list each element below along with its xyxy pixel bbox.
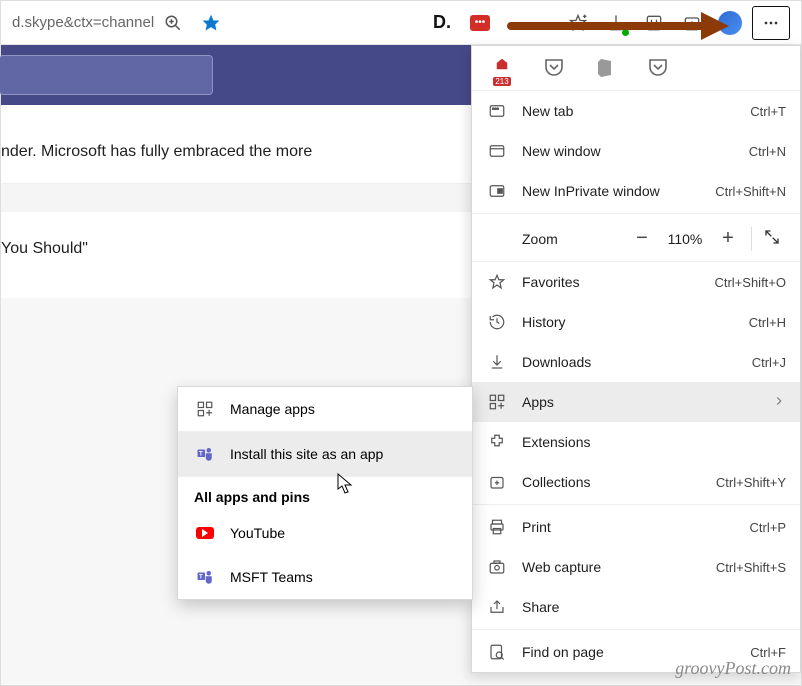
favorites-icon	[486, 273, 508, 291]
teams-app-icon: T	[194, 445, 216, 463]
apps-icon	[486, 393, 508, 411]
menu-new-window[interactable]: New window Ctrl+N	[472, 131, 800, 171]
pocket-icon[interactable]	[542, 56, 566, 80]
history-icon	[486, 313, 508, 331]
menu-collections[interactable]: Collections Ctrl+Shift+Y	[472, 462, 800, 502]
teams-search-box[interactable]	[0, 55, 213, 95]
zoom-value: 110%	[659, 231, 711, 247]
youtube-icon	[194, 527, 216, 539]
submenu-manage-apps[interactable]: Manage apps	[178, 387, 472, 431]
url-fragment: d.skype&ctx=channel	[9, 14, 154, 31]
edge-settings-menu: 213 New tab Ctrl+T New window Ctrl+N New…	[471, 45, 801, 673]
settings-more-button[interactable]	[752, 6, 790, 40]
submenu-install-site[interactable]: T Install this site as an app	[178, 432, 472, 476]
new-tab-icon	[486, 102, 508, 120]
zoom-out-button[interactable]: −	[625, 227, 659, 250]
extension-square-icon[interactable]	[638, 7, 670, 39]
svg-text:T: T	[199, 452, 203, 458]
teams-app-icon: T	[194, 568, 216, 586]
menu-share[interactable]: Share	[472, 587, 800, 627]
menu-history[interactable]: History Ctrl+H	[472, 302, 800, 342]
apps-submenu: Manage apps T Install this site as an ap…	[177, 386, 473, 600]
downloads-icon	[486, 353, 508, 371]
extension-lastpass-icon[interactable]: •••	[464, 7, 496, 39]
calendar-pinned-icon[interactable]: 213	[490, 56, 514, 80]
new-window-icon	[486, 142, 508, 160]
pocket-icon-2[interactable]	[646, 56, 670, 80]
watermark: groovyPost.com	[675, 658, 791, 679]
extension-d-icon[interactable]: D.	[426, 7, 458, 39]
submenu-msft-teams[interactable]: T MSFT Teams	[178, 555, 472, 599]
collections-toolbar-icon[interactable]	[676, 7, 708, 39]
extensions-icon	[486, 433, 508, 451]
submenu-youtube[interactable]: YouTube	[178, 511, 472, 555]
web-capture-icon	[486, 558, 508, 576]
menu-downloads[interactable]: Downloads Ctrl+J	[472, 342, 800, 382]
zoom-in-button[interactable]: +	[711, 227, 745, 250]
inprivate-icon	[486, 182, 508, 200]
menu-extensions[interactable]: Extensions	[472, 422, 800, 462]
menu-zoom-row: Zoom − 110% +	[472, 216, 800, 262]
manage-apps-icon	[194, 400, 216, 418]
profile-avatar-icon[interactable]	[714, 7, 746, 39]
menu-new-inprivate[interactable]: New InPrivate window Ctrl+Shift+N	[472, 171, 800, 211]
zoom-icon[interactable]	[157, 7, 189, 39]
favorite-star-icon[interactable]	[195, 7, 227, 39]
submenu-heading: All apps and pins	[178, 477, 472, 511]
menu-print[interactable]: Print Ctrl+P	[472, 507, 800, 547]
print-icon	[486, 518, 508, 536]
fullscreen-button[interactable]	[758, 228, 786, 249]
browser-toolbar: d.skype&ctx=channel D. •••	[1, 1, 801, 45]
svg-text:T: T	[199, 575, 203, 581]
downloads-toolbar-icon[interactable]	[600, 7, 632, 39]
menu-new-tab[interactable]: New tab Ctrl+T	[472, 91, 800, 131]
chevron-right-icon	[772, 394, 786, 411]
favorites-toolbar-icon[interactable]	[562, 7, 594, 39]
menu-apps[interactable]: Apps	[472, 382, 800, 422]
menu-favorites[interactable]: Favorites Ctrl+Shift+O	[472, 262, 800, 302]
share-icon	[486, 598, 508, 616]
office-icon[interactable]	[594, 56, 618, 80]
menu-quick-icons: 213	[472, 46, 800, 91]
menu-web-capture[interactable]: Web capture Ctrl+Shift+S	[472, 547, 800, 587]
find-icon	[486, 643, 508, 661]
collections-icon	[486, 473, 508, 491]
